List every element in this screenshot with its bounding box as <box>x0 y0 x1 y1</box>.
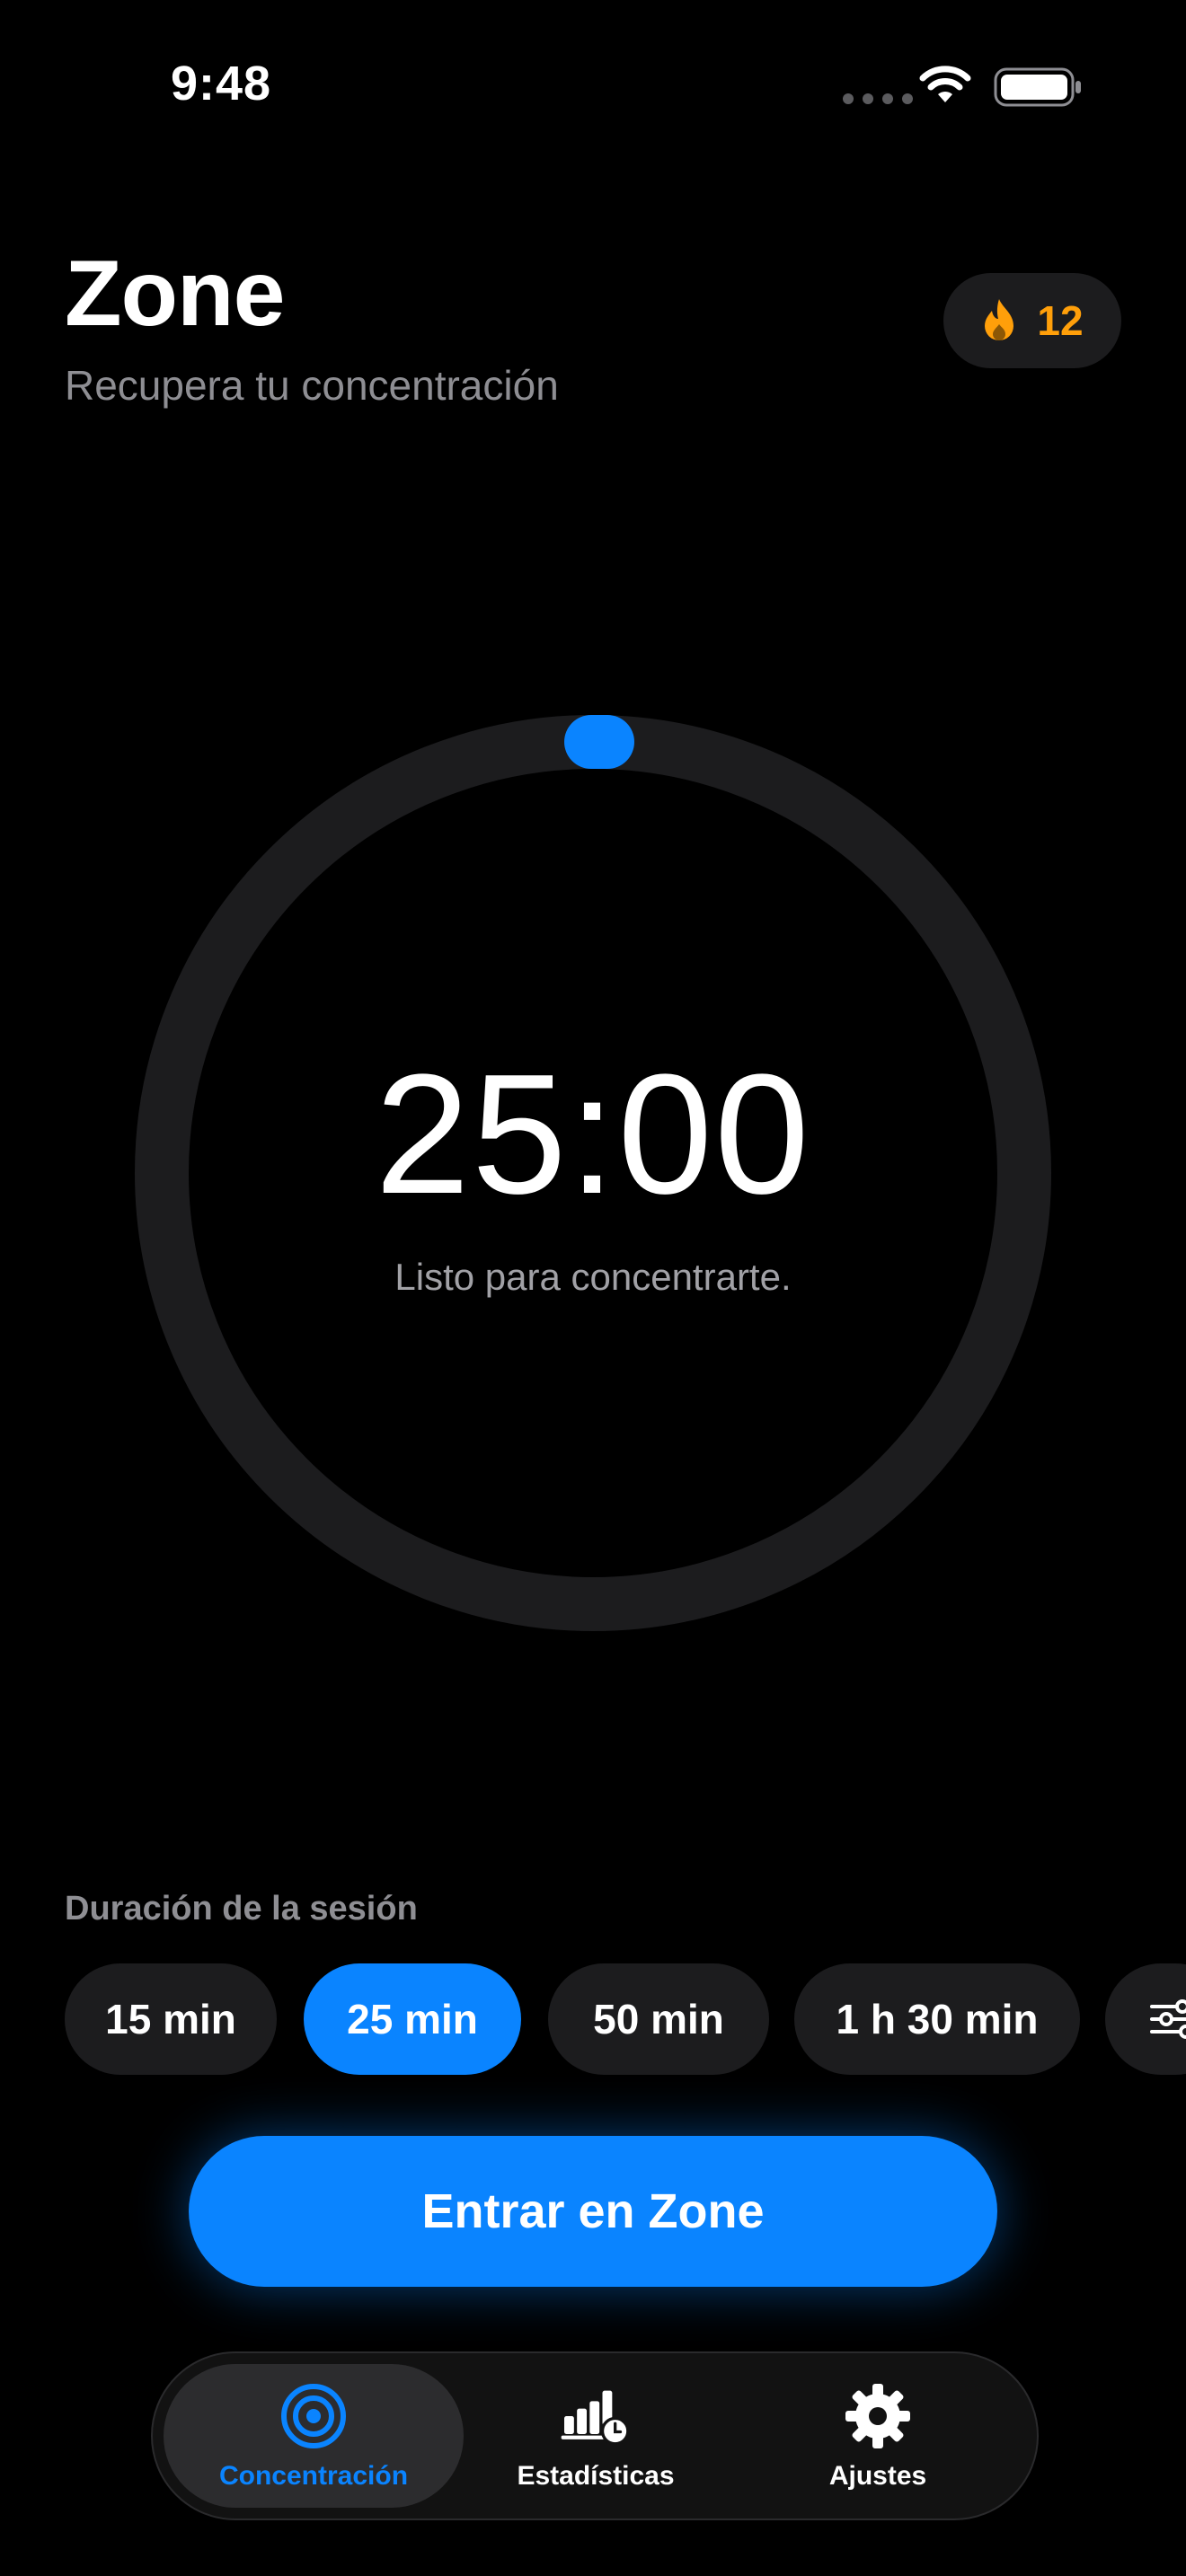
duration-option-label: 15 min <box>105 1996 236 2042</box>
streak-count: 12 <box>1037 297 1084 344</box>
duration-option-label: 50 min <box>593 1996 724 2042</box>
status-time: 9:48 <box>171 57 272 110</box>
timer-progress-handle <box>564 715 634 769</box>
duration-option-25[interactable]: 25 min <box>304 1963 521 2075</box>
duration-option-50[interactable]: 50 min <box>548 1963 769 2075</box>
custom-duration-button[interactable] <box>1105 1963 1186 2075</box>
gear-icon <box>842 2380 914 2452</box>
tab-label: Estadísticas <box>517 2461 675 2491</box>
sliders-icon <box>1150 1999 1186 2039</box>
duration-option-15[interactable]: 15 min <box>65 1963 277 2075</box>
target-icon <box>278 2380 350 2452</box>
tab-estadisticas[interactable]: Estadísticas <box>446 2364 746 2508</box>
tab-label: Concentración <box>218 2461 409 2491</box>
wifi-icon <box>919 66 971 102</box>
stats-chart-icon <box>560 2380 632 2452</box>
cellular-signal-icon <box>843 93 913 104</box>
duration-option-90[interactable]: 1 h 30 min <box>794 1963 1080 2075</box>
duration-label: Duración de la sesión <box>65 1890 418 1928</box>
duration-option-label: 1 h 30 min <box>836 1996 1039 2042</box>
duration-option-label: 25 min <box>347 1996 478 2042</box>
start-focus-button[interactable]: Entrar en Zone <box>189 2136 997 2287</box>
tab-concentracion[interactable]: Concentración <box>164 2364 464 2508</box>
status-icons <box>791 0 1186 144</box>
flame-icon <box>985 299 1014 340</box>
battery-icon <box>994 67 1081 107</box>
page-title: Zone <box>65 242 285 346</box>
streak-badge[interactable]: 12 <box>943 273 1121 368</box>
timer-status: Listo para concentrarte. <box>394 1256 792 1298</box>
tab-bar: Concentración Estadísticas Ajustes <box>151 2351 1039 2520</box>
duration-options: 15 min 25 min 50 min 1 h 30 min <box>65 1963 1186 2075</box>
timer-value: 25:00 <box>375 1039 811 1230</box>
page-subtitle: Recupera tu concentración <box>65 362 559 409</box>
tab-ajustes[interactable]: Ajustes <box>728 2364 1028 2508</box>
tab-label: Ajustes <box>828 2461 927 2491</box>
